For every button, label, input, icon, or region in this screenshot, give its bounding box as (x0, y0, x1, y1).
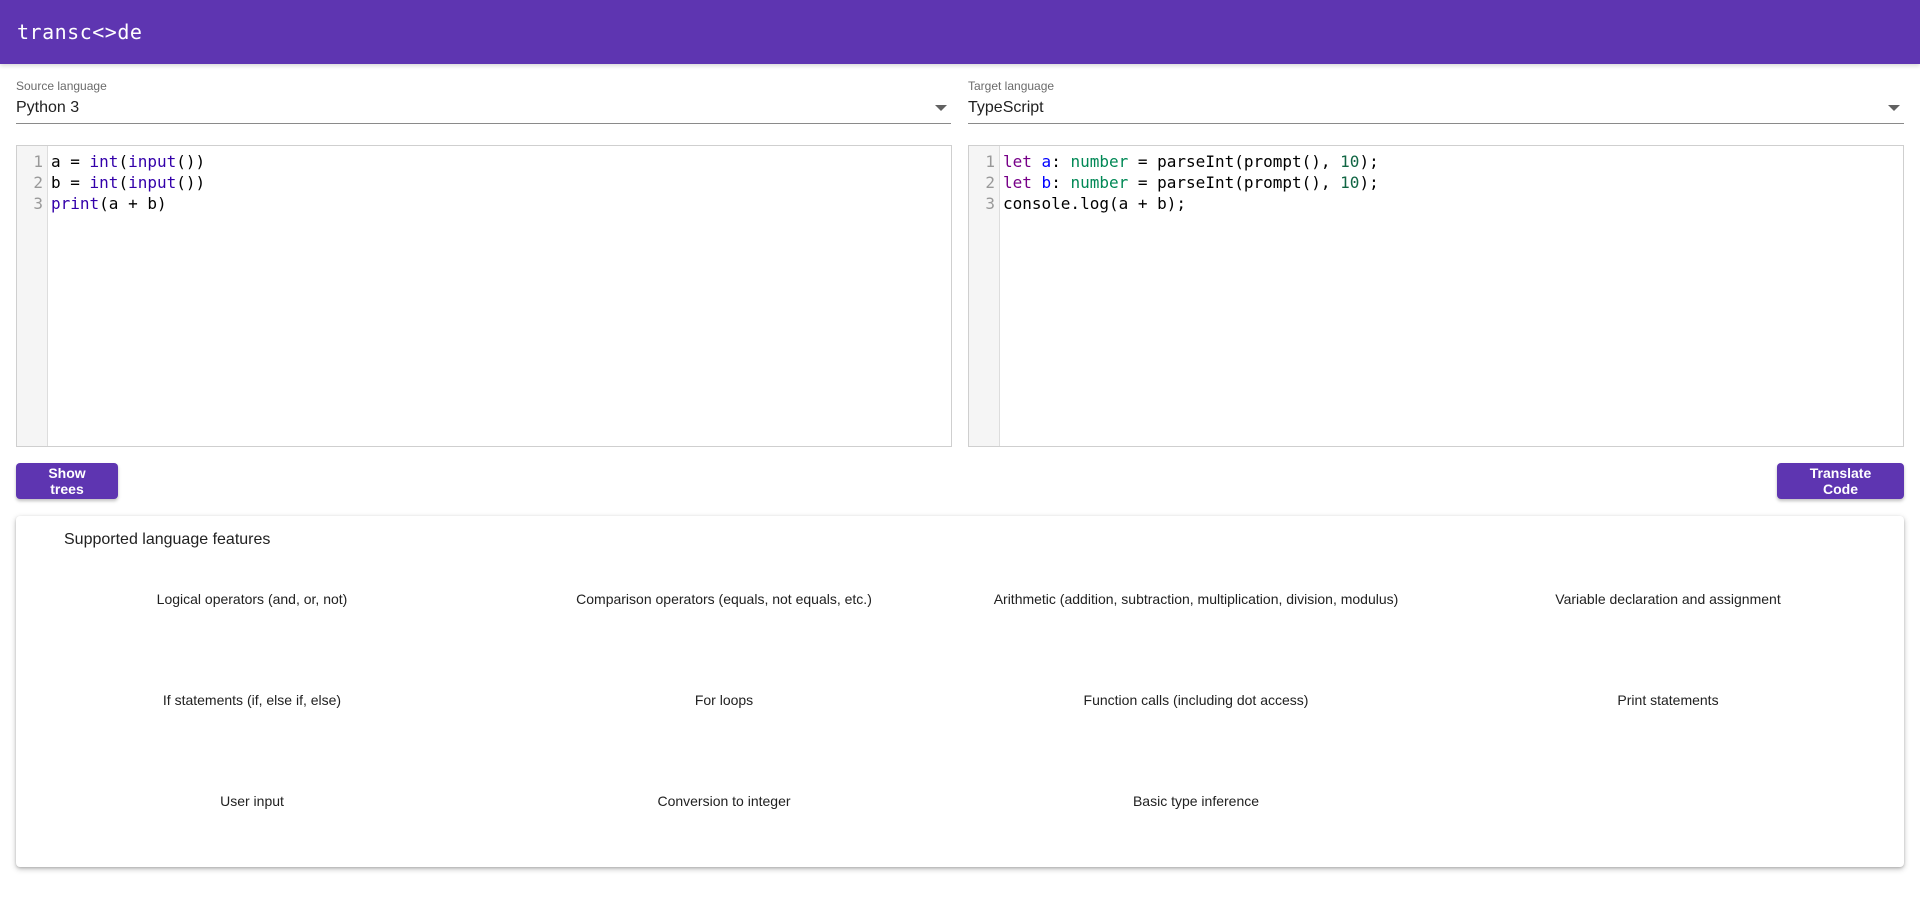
code-token: console.log(a + b); (1003, 194, 1187, 213)
code-token: input (128, 173, 177, 192)
code-token: = parseInt(prompt(), (1128, 152, 1341, 171)
show-trees-button[interactable]: Show trees (16, 463, 118, 499)
code-text: b = int(input()) (51, 172, 205, 193)
code-token: a = (51, 152, 90, 171)
code-token: : (1051, 152, 1071, 171)
code-token: ()) (176, 152, 206, 171)
code-token: ); (1359, 152, 1379, 171)
feature-item: For loops (694, 692, 754, 708)
source-language-select[interactable]: Source language Python 3 (16, 64, 951, 124)
line-number: 1 (985, 152, 995, 171)
feature-item: Basic type inference (1132, 793, 1260, 809)
source-code-lines: 1a = int(input()) 2 b = int(input()) 3 print… (17, 151, 951, 214)
line-number: 3 (985, 194, 995, 213)
source-language-label: Source language (16, 79, 107, 93)
code-line: 1 a = int(input()) (17, 151, 951, 172)
dropdown-arrow-icon (935, 105, 947, 111)
feature-item: Arithmetic (addition, subtraction, multi… (993, 591, 1399, 607)
code-token: ( (118, 173, 129, 192)
code-text: let b: number = parseInt(prompt(), 10); (1003, 172, 1379, 193)
code-token: = parseInt(prompt(), (1128, 173, 1341, 192)
line-number: 2 (985, 173, 995, 192)
code-token: let (1003, 152, 1032, 171)
feature-item: Conversion to integer (657, 793, 791, 809)
code-token: (a + b) (99, 194, 167, 213)
supported-features-card: Supported language features Logical oper… (16, 516, 1904, 867)
feature-item: Logical operators (and, or, not) (156, 591, 348, 607)
code-token: : (1051, 173, 1071, 192)
code-line: 1 let a: number = parseInt(prompt(), 10); (969, 151, 1903, 172)
code-token: number (1070, 152, 1129, 171)
feature-item: If statements (if, else if, else) (162, 692, 342, 708)
target-language-label: Target language (968, 79, 1055, 93)
feature-item: Comparison operators (equals, not equals… (576, 591, 872, 607)
feature-item: User input (220, 793, 284, 809)
code-token: ); (1359, 173, 1379, 192)
code-token: print (51, 194, 100, 213)
code-token: a (1041, 152, 1052, 171)
code-token: b (1041, 173, 1052, 192)
feature-item: Function calls (including dot access) (1083, 692, 1309, 708)
code-token: ()) (176, 173, 206, 192)
line-number: 3 (33, 194, 43, 213)
target-code-editor[interactable]: 1 let a: number = parseInt(prompt(), 10);… (968, 145, 1904, 447)
code-token: 10 (1340, 173, 1360, 192)
source-code-editor[interactable]: 1a = int(input()) 2 b = int(input()) 3 print… (16, 145, 952, 447)
code-text: print(a + b) (51, 193, 167, 214)
code-line: 3 console.log(a + b); (969, 193, 1903, 214)
target-code-lines: 1 let a: number = parseInt(prompt(), 10);… (969, 151, 1903, 214)
code-token: int (89, 173, 119, 192)
app-bar: transc<>de (0, 0, 1920, 64)
code-token: 10 (1340, 152, 1360, 171)
code-token: input (128, 152, 177, 171)
code-token: ( (118, 152, 129, 171)
code-token: b = (51, 173, 90, 192)
code-line: 3 print(a + b) (17, 193, 951, 214)
code-line: 2 let b: number = parseInt(prompt(), 10); (969, 172, 1903, 193)
feature-item: Print statements (1617, 692, 1719, 708)
target-language-select[interactable]: Target language TypeScript (968, 64, 1904, 124)
source-language-value: Python 3 (16, 99, 80, 116)
code-line: 2 b = int(input()) (17, 172, 951, 193)
language-selectors: Source language Python 3 Target language… (0, 64, 1920, 124)
target-language-value: TypeScript (968, 99, 1044, 116)
dropdown-arrow-icon (1888, 105, 1900, 111)
code-text: a = int(input()) (51, 151, 205, 172)
code-token: let (1003, 173, 1032, 192)
code-text: console.log(a + b); (1003, 193, 1186, 214)
feature-item: Variable declaration and assignment (1555, 591, 1781, 607)
features-grid: Logical operators (and, or, not) Comparis… (16, 576, 1904, 879)
features-title: Supported language features (64, 531, 271, 548)
line-number: 1 (33, 152, 43, 171)
translate-code-button[interactable]: Translate Code (1777, 463, 1904, 499)
code-token: number (1070, 173, 1129, 192)
code-token: int (89, 152, 119, 171)
line-number: 2 (33, 173, 43, 192)
code-text: let a: number = parseInt(prompt(), 10); (1003, 151, 1379, 172)
app-logo: transc<>de (17, 20, 143, 44)
